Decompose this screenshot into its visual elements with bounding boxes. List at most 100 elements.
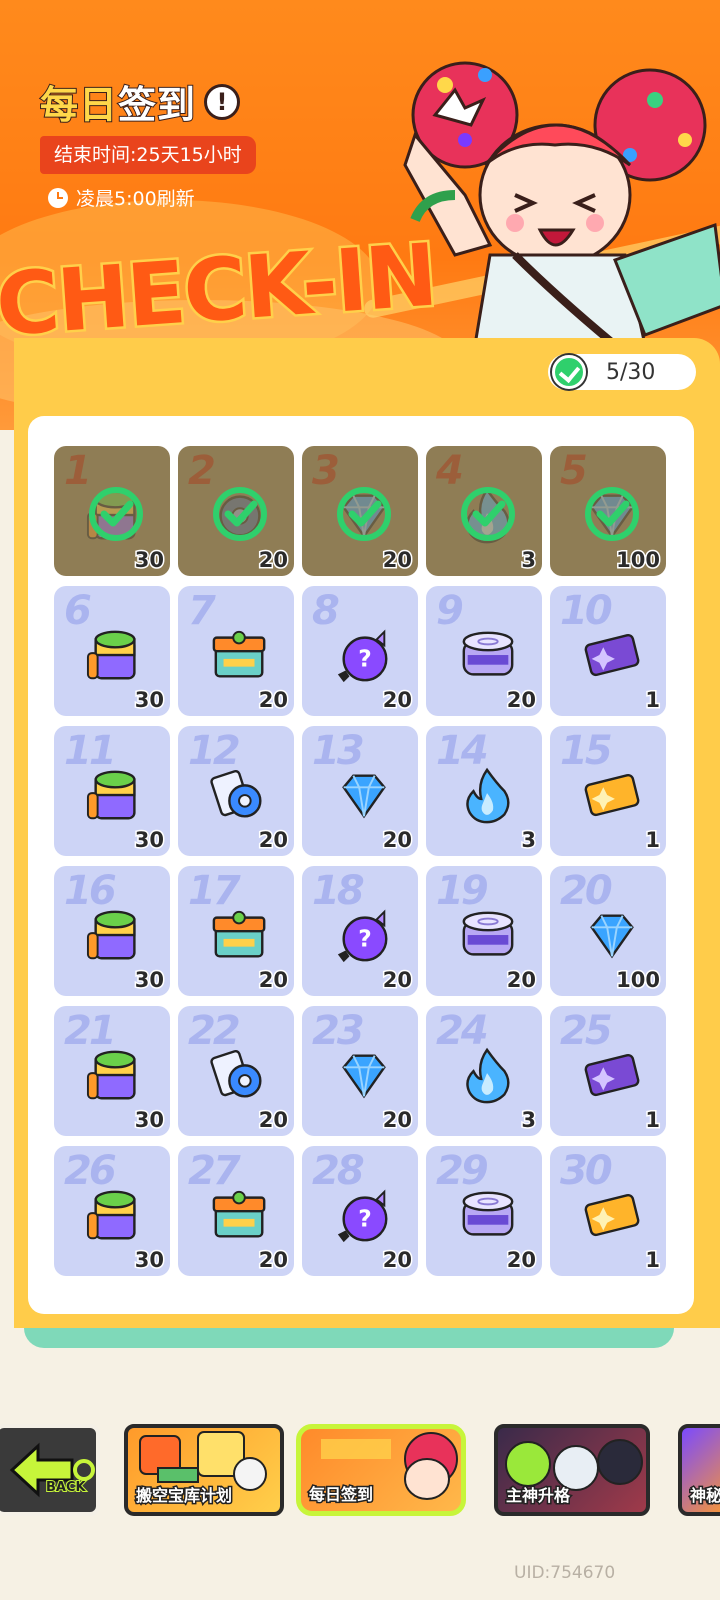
svg-text:?: ? — [358, 926, 371, 953]
purple-ticket-icon — [584, 1053, 640, 1097]
paint-bucket-icon — [86, 1190, 136, 1240]
reward-quantity: 30 — [133, 1247, 165, 1274]
mystery-egg-icon: ? — [337, 1189, 388, 1243]
reward-quantity: 100 — [615, 967, 662, 994]
reward-quantity: 20 — [505, 967, 537, 994]
day-cell-7[interactable]: 7 20 — [178, 586, 294, 716]
day-cell-13[interactable]: 13 20 — [302, 726, 418, 856]
daily-checkin-screen: 每日 签到 ! 结束时间:25天15小时 凌晨5:00刷新 CHECK-IN 5… — [0, 0, 720, 1600]
blue-flame-icon — [466, 767, 510, 824]
cool-can-icon — [462, 911, 514, 956]
claimed-check-icon — [461, 487, 515, 541]
mystery-tab[interactable]: 神秘 — [678, 1424, 720, 1516]
page-title: 每日 签到 ! — [39, 74, 241, 129]
reward-quantity: 3 — [520, 1107, 538, 1134]
day-cell-2[interactable]: 2 20 — [178, 446, 294, 576]
reward-quantity: 30 — [133, 547, 165, 574]
reward-grid: 1 30 2 20 3 20 4 3 5 100 6 30 7 20 8? 20 9 20 10 1 11 30 12 20 1… — [54, 446, 668, 1276]
tape-roll-icon — [210, 770, 262, 818]
reward-quantity: 30 — [133, 1107, 165, 1134]
day-cell-20[interactable]: 20 100 — [550, 866, 666, 996]
day-cell-16[interactable]: 16 30 — [54, 866, 170, 996]
clock-icon — [48, 187, 68, 208]
reward-quantity: 1 — [644, 1247, 662, 1274]
day-cell-28[interactable]: 28? 20 — [302, 1146, 418, 1276]
reward-quantity: 100 — [615, 547, 662, 574]
info-icon[interactable]: ! — [204, 83, 241, 120]
paint-bucket-icon — [86, 630, 136, 680]
day-cell-8[interactable]: 8? 20 — [302, 586, 418, 716]
reward-quantity: 1 — [644, 687, 662, 714]
supply-box-icon — [212, 1190, 266, 1238]
refresh-text: 凌晨5:00刷新 — [76, 188, 195, 210]
day-cell-15[interactable]: 15 1 — [550, 726, 666, 856]
back-label: BACK — [45, 1479, 87, 1496]
day-cell-3[interactable]: 3 20 — [302, 446, 418, 576]
diamond-icon — [342, 774, 386, 819]
check-icon — [552, 355, 586, 389]
day-cell-21[interactable]: 21 30 — [54, 1006, 170, 1136]
cool-can-icon — [462, 1191, 514, 1236]
day-cell-25[interactable]: 25 1 — [550, 1006, 666, 1136]
blue-flame-icon — [466, 1047, 510, 1104]
reward-quantity: 20 — [381, 827, 413, 854]
god-promotion-label: 主神升格 — [504, 1485, 571, 1507]
day-cell-11[interactable]: 11 30 — [54, 726, 170, 856]
supply-box-icon — [212, 910, 266, 958]
day-cell-29[interactable]: 29 20 — [426, 1146, 542, 1276]
reward-quantity: 20 — [381, 1107, 413, 1134]
claimed-check-icon — [89, 487, 143, 541]
day-cell-14[interactable]: 14 3 — [426, 726, 542, 856]
paint-bucket-icon — [86, 770, 136, 820]
reward-quantity: 30 — [133, 967, 165, 994]
checkin-board: 5/30 1 30 2 20 3 20 4 3 5 100 6 30 7 20 8? 20 9 20 10 1 11 30… — [0, 338, 720, 1348]
reward-quantity: 20 — [505, 1247, 537, 1274]
reward-quantity: 20 — [257, 547, 289, 574]
reward-quantity: 20 — [257, 1247, 289, 1274]
bottom-nav: BACK 搬空宝库计划 每日签到 主神升格 神秘 — [0, 1408, 720, 1518]
day-cell-6[interactable]: 6 30 — [54, 586, 170, 716]
day-cell-18[interactable]: 18? 20 — [302, 866, 418, 996]
day-cell-9[interactable]: 9 20 — [426, 586, 542, 716]
reward-quantity: 1 — [644, 827, 662, 854]
diamond-icon — [590, 914, 634, 959]
tape-roll-icon — [210, 1050, 262, 1098]
back-arrow-icon — [9, 1442, 95, 1498]
day-cell-5[interactable]: 5 100 — [550, 446, 666, 576]
reward-quantity: 3 — [520, 827, 538, 854]
daily-checkin-label: 每日签到 — [307, 1484, 374, 1506]
title-part-2: 签到 — [117, 82, 197, 128]
day-cell-22[interactable]: 22 20 — [178, 1006, 294, 1136]
vault-plan-tab[interactable]: 搬空宝库计划 — [124, 1424, 284, 1516]
uid-label: UID:754670 — [514, 1563, 616, 1583]
reward-quantity: 20 — [257, 687, 289, 714]
day-cell-30[interactable]: 30 1 — [550, 1146, 666, 1276]
purple-ticket-icon — [584, 633, 640, 677]
day-cell-10[interactable]: 10 1 — [550, 586, 666, 716]
day-cell-1[interactable]: 1 30 — [54, 446, 170, 576]
god-promotion-tab[interactable]: 主神升格 — [494, 1424, 650, 1516]
diamond-icon — [342, 1054, 386, 1099]
supply-box-icon — [212, 630, 266, 678]
day-cell-12[interactable]: 12 20 — [178, 726, 294, 856]
paint-bucket-icon — [86, 910, 136, 960]
day-cell-23[interactable]: 23 20 — [302, 1006, 418, 1136]
reward-quantity: 20 — [257, 827, 289, 854]
gold-ticket-icon — [584, 773, 640, 817]
reward-quantity: 1 — [644, 1107, 662, 1134]
reward-quantity: 20 — [381, 1247, 413, 1274]
daily-checkin-tab[interactable]: 每日签到 — [296, 1424, 466, 1516]
progress-counter: 5/30 — [548, 354, 696, 390]
cool-can-icon — [462, 631, 514, 676]
vault-plan-label: 搬空宝库计划 — [134, 1485, 233, 1507]
reward-quantity: 30 — [133, 827, 165, 854]
reward-quantity: 20 — [381, 967, 413, 994]
day-cell-24[interactable]: 24 3 — [426, 1006, 542, 1136]
paint-bucket-icon — [86, 1050, 136, 1100]
day-cell-27[interactable]: 27 20 — [178, 1146, 294, 1276]
back-button[interactable]: BACK — [0, 1424, 100, 1516]
day-cell-4[interactable]: 43 — [426, 446, 542, 576]
day-cell-26[interactable]: 26 30 — [54, 1146, 170, 1276]
day-cell-17[interactable]: 17 20 — [178, 866, 294, 996]
day-cell-19[interactable]: 19 20 — [426, 866, 542, 996]
